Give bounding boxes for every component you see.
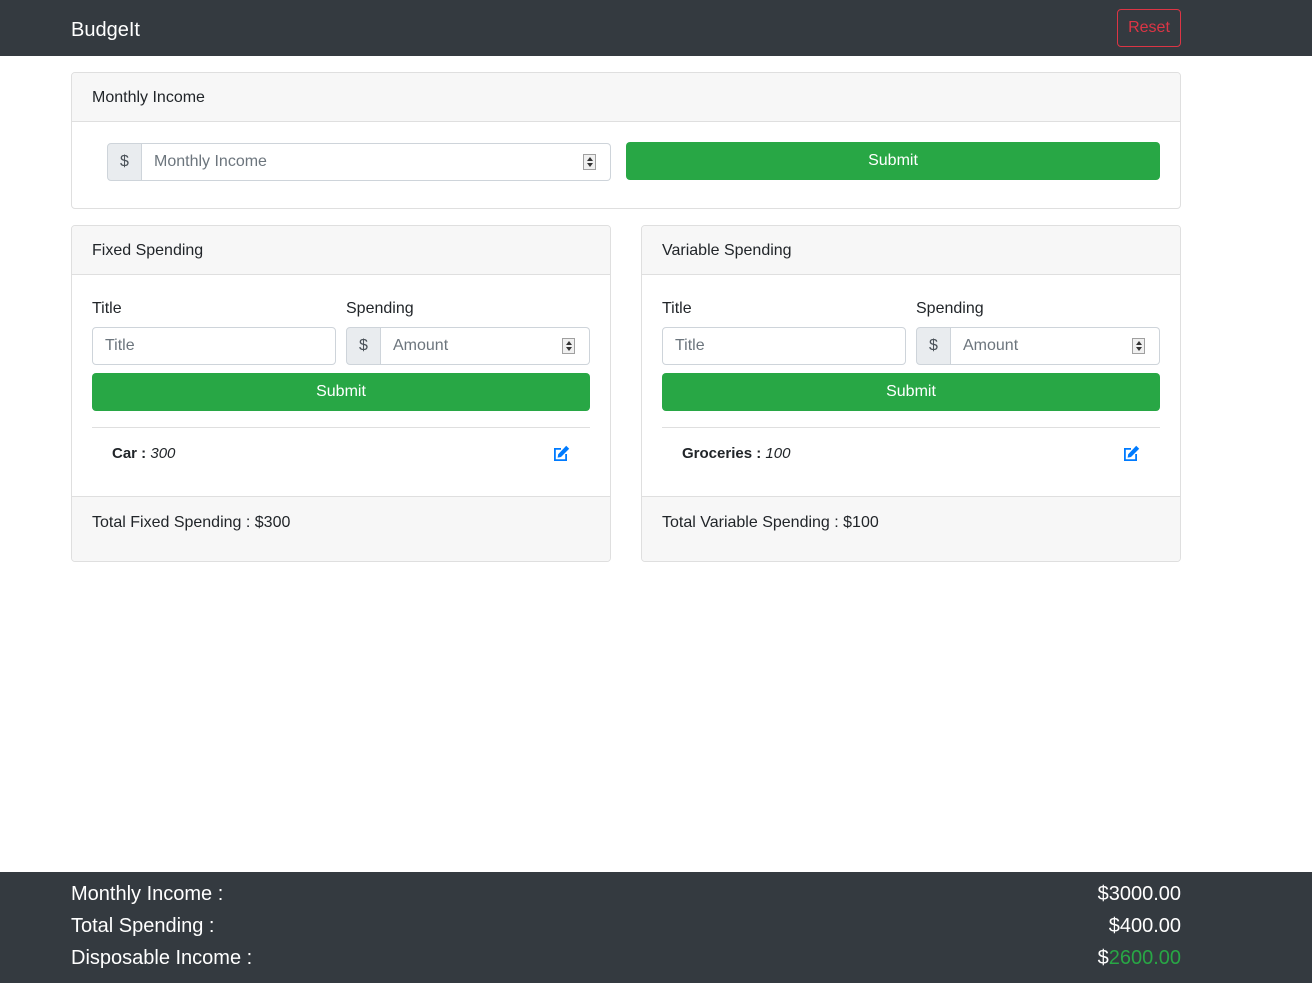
summary-footer: Monthly Income : $3000.00 Total Spending… [0,872,1312,983]
monthly-income-input-group: $ Monthly Income [107,143,611,181]
fixed-submit-button[interactable]: Submit [92,373,590,411]
fixed-total: Total Fixed Spending : $300 [92,514,291,531]
fixed-title-input[interactable]: Title [92,327,336,365]
list-item: Car : 300 [112,444,175,464]
fixed-spending-card-header: Fixed Spending [72,226,610,275]
number-spinner-icon[interactable] [1132,338,1145,354]
monthly-income-card-header: Monthly Income [72,73,1180,122]
item-name: Car : [112,445,147,462]
summary-disposable-value: $2600.00 [1098,946,1181,970]
disposable-amount: 2600.00 [1108,947,1181,969]
edit-icon[interactable] [1121,444,1141,464]
list-divider [662,427,1160,428]
list-item: Groceries : 100 [682,444,790,464]
income-submit-button[interactable]: Submit [626,142,1160,180]
summary-spending-label: Total Spending : [71,915,215,937]
item-value: 300 [150,445,176,462]
fixed-title-placeholder: Title [105,337,135,354]
brand-title[interactable]: BudgeIt [71,18,140,42]
variable-amount-input[interactable]: Amount [951,327,1160,365]
monthly-income-placeholder: Monthly Income [154,153,267,170]
variable-total: Total Variable Spending : $100 [662,514,879,531]
variable-spending-footer: Total Variable Spending : $100 [642,496,1180,561]
item-name: Groceries : [682,445,762,462]
fixed-spending-footer: Total Fixed Spending : $300 [72,496,610,561]
variable-title-input-group: Title [662,327,906,365]
number-spinner-icon[interactable] [562,338,575,354]
item-value: 100 [765,445,791,462]
variable-amount-placeholder: Amount [963,337,1019,354]
fixed-title-label: Title [92,300,122,317]
monthly-income-card: Monthly Income $ Monthly Income Submit [71,72,1181,209]
fixed-spending-card: Fixed Spending Title Spending Title $ Am… [71,225,611,562]
summary-disposable-label: Disposable Income : [71,947,253,969]
variable-spending-label: Spending [916,300,984,317]
fixed-amount-input-group: $ Amount [346,327,590,365]
currency-addon: $ [346,327,381,365]
monthly-income-input[interactable]: Monthly Income [142,143,611,181]
summary-income-value: $3000.00 [1097,883,1181,905]
list-divider [92,427,590,428]
summary-income-label: Monthly Income : [71,883,224,905]
variable-title-placeholder: Title [675,337,705,354]
reset-button[interactable]: Reset [1117,9,1181,47]
summary-spending-value: $400.00 [1108,915,1181,937]
variable-spending-card-header: Variable Spending [642,226,1180,275]
fixed-spending-label: Spending [346,300,414,317]
number-spinner-icon[interactable] [583,154,596,170]
edit-icon[interactable] [551,444,571,464]
variable-spending-card: Variable Spending Title Spending Title $… [641,225,1181,562]
fixed-amount-input[interactable]: Amount [381,327,590,365]
currency-addon: $ [107,143,142,181]
currency-addon: $ [916,327,951,365]
variable-amount-input-group: $ Amount [916,327,1160,365]
variable-title-label: Title [662,300,692,317]
navbar: BudgeIt Reset [0,0,1312,56]
variable-title-input[interactable]: Title [662,327,906,365]
fixed-amount-placeholder: Amount [393,337,449,354]
fixed-title-input-group: Title [92,327,336,365]
disposable-currency: $ [1097,947,1109,969]
variable-submit-button[interactable]: Submit [662,373,1160,411]
